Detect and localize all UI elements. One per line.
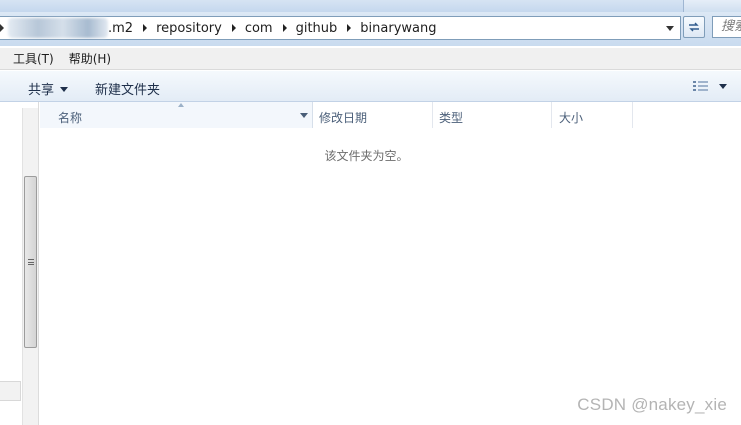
watermark: CSDN @nakey_xie: [577, 395, 727, 414]
breadcrumb: .m2 repository com github binarywang: [108, 17, 437, 39]
column-header-type-label: 类型: [439, 111, 464, 125]
column-header-type[interactable]: 类型: [433, 102, 552, 128]
address-row: .m2 repository com github binarywang: [0, 12, 741, 46]
share-button[interactable]: 共享: [28, 79, 69, 98]
scrollbar-grip-icon: [28, 259, 34, 265]
column-header-name-label: 名称: [58, 111, 83, 125]
column-header-size[interactable]: 大小: [552, 102, 633, 128]
column-header-name[interactable]: 名称: [40, 102, 313, 128]
sort-indicator-icon: [178, 103, 184, 107]
chevron-right-icon[interactable]: [0, 24, 4, 32]
breadcrumb-item-github[interactable]: github: [296, 21, 338, 36]
view-options-icon[interactable]: [693, 80, 709, 92]
address-bar[interactable]: .m2 repository com github binarywang: [0, 16, 681, 40]
refresh-button[interactable]: [683, 16, 705, 38]
window-top-strip: [0, 0, 741, 12]
share-label: 共享: [28, 83, 55, 98]
column-header-date-label: 修改日期: [319, 111, 368, 125]
breadcrumb-item-binarywang[interactable]: binarywang: [360, 21, 436, 36]
file-list[interactable]: 名称 修改日期 类型 大小 该文件夹为空。: [40, 102, 741, 425]
chevron-right-icon[interactable]: [143, 24, 148, 32]
column-header-size-label: 大小: [559, 111, 584, 125]
empty-folder-message: 该文件夹为空。: [324, 149, 409, 163]
address-history-dropdown-icon[interactable]: [666, 26, 674, 31]
breadcrumb-item-com[interactable]: com: [245, 21, 273, 36]
menu-bar: 工具(T) 帮助(H): [0, 48, 741, 70]
dropdown-arrow-icon: [60, 87, 69, 92]
column-filter-dropdown-icon[interactable]: [300, 113, 308, 118]
search-input[interactable]: 搜索: [712, 16, 741, 38]
chevron-right-icon[interactable]: [347, 24, 352, 32]
chevron-right-icon[interactable]: [231, 24, 236, 32]
blurred-path-segment: [8, 18, 108, 38]
chevron-right-icon[interactable]: [282, 24, 287, 32]
view-options-dropdown-icon[interactable]: [719, 84, 727, 89]
column-header-date-modified[interactable]: 修改日期: [313, 102, 433, 128]
menu-item-help[interactable]: 帮助(H): [69, 50, 111, 67]
scrollbar-thumb[interactable]: [24, 176, 37, 348]
breadcrumb-item-m2[interactable]: .m2: [108, 21, 133, 36]
new-folder-button[interactable]: 新建文件夹: [95, 79, 160, 98]
window-corner: [683, 0, 741, 12]
refresh-icon: [689, 22, 699, 32]
pane-resize-handle[interactable]: [0, 381, 21, 401]
navigation-scrollbar[interactable]: [22, 108, 38, 425]
command-bar: 共享 新建文件夹: [0, 71, 741, 102]
breadcrumb-item-repository[interactable]: repository: [156, 21, 222, 36]
menu-item-tools[interactable]: 工具(T): [13, 50, 54, 67]
